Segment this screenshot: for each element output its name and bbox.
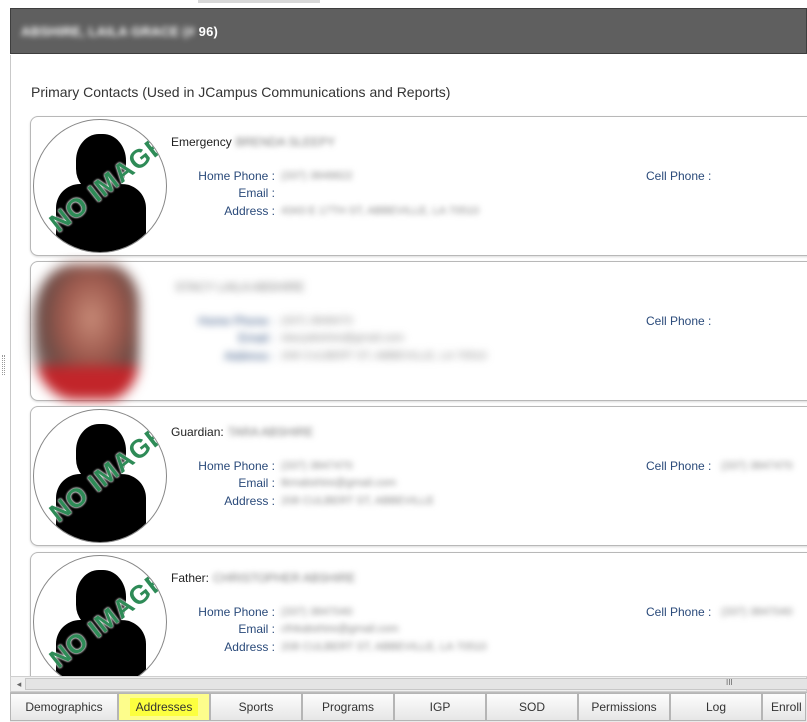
student-header: ABSHIRE, LAILA GRACE (# 96): [10, 8, 807, 54]
contact-card-parent[interactable]: STACY LAILA ABSHIRE Home Phone : (337) 3…: [30, 261, 807, 401]
scrollbar-grip-icon: III: [726, 678, 733, 687]
contact-photo: [33, 264, 139, 400]
address-label: Address :: [224, 349, 275, 363]
cell-phone-label: Cell Phone :: [646, 459, 712, 473]
contact-name: STACY LAILA ABSHIRE: [175, 280, 305, 294]
cell-phone-label: Cell Phone :: [646, 169, 712, 183]
email-value: stacyabshire@gmail.com: [281, 332, 405, 344]
tab-enroll[interactable]: Enroll: [762, 693, 806, 721]
home-phone-label: Home Phone :: [198, 605, 275, 619]
tab-permissions[interactable]: Permissions: [578, 693, 670, 721]
scrollbar-thumb[interactable]: [25, 678, 807, 690]
panel-resize-handle[interactable]: [2, 355, 5, 375]
cell-phone-label: Cell Phone :: [646, 314, 712, 328]
home-phone-value: (337) 3847040: [281, 606, 353, 618]
contact-name: CHRISTOPHER ABSHIRE: [213, 571, 356, 585]
no-image-avatar: NO IMAGE: [33, 119, 167, 253]
contact-role: STACY LAILA ABSHIRE: [171, 280, 305, 294]
address-value: 208 CULBERT ST, ABBEVILLE: [281, 495, 435, 507]
cell-phone-value: (337) 3847040: [721, 606, 793, 618]
contact-name: TARA ABSHIRE: [227, 425, 314, 439]
horizontal-scrollbar[interactable]: ◂ III: [10, 676, 807, 692]
no-image-avatar: NO IMAGE: [33, 555, 167, 676]
home-phone-label: Home Phone :: [198, 314, 275, 328]
home-phone-value: (337) 3848470: [281, 315, 353, 327]
email-value: cfnkabshire@gmail.com: [281, 623, 399, 635]
home-phone-value: (337) 3847470: [281, 460, 353, 472]
address-label: Address :: [224, 204, 275, 218]
home-phone-label: Home Phone :: [198, 169, 275, 183]
address-label: Address :: [224, 640, 275, 654]
cell-phone-label: Cell Phone :: [646, 605, 712, 619]
email-label: Email :: [238, 331, 275, 345]
contact-card-guardian[interactable]: NO IMAGE Guardian: TARA ABSHIRE Home Phon…: [30, 406, 807, 546]
student-title: ABSHIRE, LAILA GRACE (# 96): [21, 24, 218, 39]
scroll-left-arrow-icon[interactable]: ◂: [13, 677, 25, 691]
contacts-panel[interactable]: Primary Contacts (Used in JCampus Commun…: [10, 55, 807, 676]
contact-name: BRENDA SLEEPY: [235, 135, 336, 149]
student-name: ABSHIRE, LAILA GRACE (#: [21, 23, 199, 39]
contact-role: Guardian: TARA ABSHIRE: [171, 425, 314, 439]
section-title: Primary Contacts (Used in JCampus Commun…: [31, 84, 451, 100]
tab-programs[interactable]: Programs: [302, 693, 394, 721]
tab-notch: [198, 0, 320, 3]
tab-log[interactable]: Log: [670, 693, 762, 721]
cell-phone-value: (337) 3847470: [721, 460, 793, 472]
tab-bar: Demographics Addresses Sports Programs I…: [10, 692, 807, 722]
tab-sod[interactable]: SOD: [486, 693, 578, 721]
tab-igp[interactable]: IGP: [394, 693, 486, 721]
address-label: Address :: [224, 494, 275, 508]
tab-addresses[interactable]: Addresses: [118, 693, 210, 721]
address-value: 4343 E 17TH ST, ABBEVILLE, LA 70510: [281, 205, 480, 217]
tab-sports[interactable]: Sports: [210, 693, 302, 721]
contact-role: Emergency BRENDA SLEEPY: [171, 135, 336, 149]
student-id-tail: 96): [198, 23, 219, 39]
contact-card-father[interactable]: NO IMAGE Father: CHRISTOPHER ABSHIRE Home…: [30, 552, 807, 676]
home-phone-value: (337) 3848822: [281, 170, 353, 182]
email-label: Email :: [238, 186, 275, 200]
email-label: Email :: [238, 476, 275, 490]
contact-role: Father: CHRISTOPHER ABSHIRE: [171, 571, 356, 585]
address-value: 208 CULBERT ST, ABBEVILLE, LA 70510: [281, 641, 487, 653]
top-strip: [0, 0, 807, 8]
contact-card-emergency[interactable]: NO IMAGE Emergency BRENDA SLEEPY Home Pho…: [30, 116, 807, 256]
email-value: tkmabshire@gmail.com: [281, 477, 397, 489]
tab-demographics[interactable]: Demographics: [10, 693, 118, 721]
email-label: Email :: [238, 622, 275, 636]
address-value: 208 CULBERT ST, ABBEVILLE, LA 70510: [281, 350, 487, 362]
home-phone-label: Home Phone :: [198, 459, 275, 473]
no-image-avatar: NO IMAGE: [33, 409, 167, 543]
